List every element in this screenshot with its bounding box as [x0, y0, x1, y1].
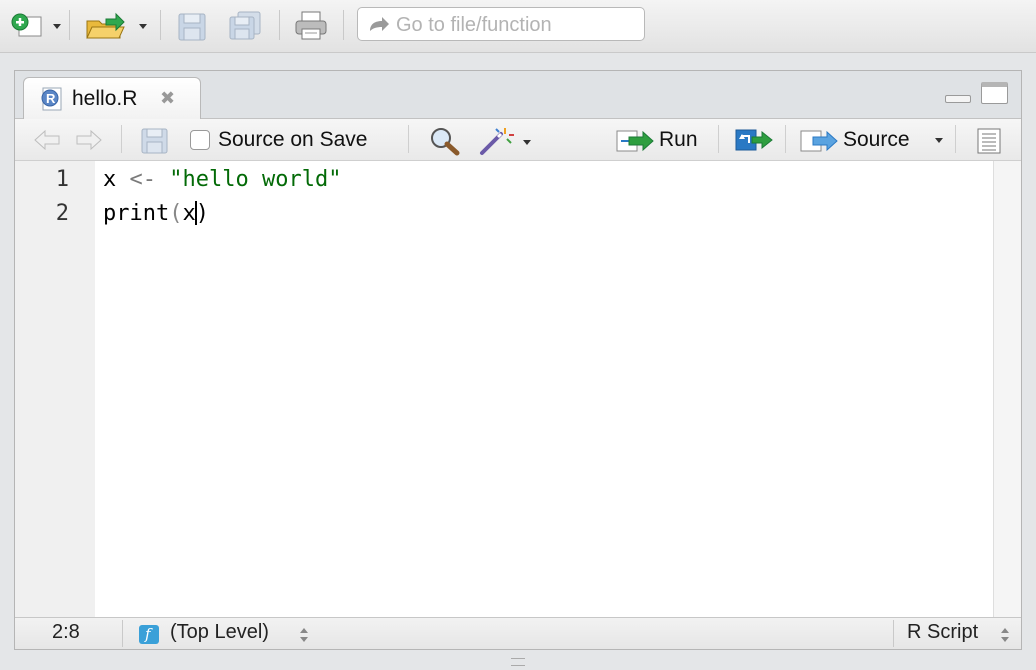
print-button[interactable] — [293, 9, 329, 43]
pane-resize-grip[interactable] — [511, 658, 525, 666]
open-file-dropdown-icon[interactable] — [139, 24, 147, 29]
new-file-icon — [11, 13, 42, 37]
toolbar-divider — [121, 125, 122, 153]
code-identifier: x — [182, 201, 196, 226]
code-tools-dropdown-icon[interactable] — [523, 140, 531, 145]
scope-selector[interactable]: (Top Level) — [170, 621, 269, 644]
forward-arrow-icon[interactable] — [75, 129, 103, 151]
find-icon[interactable] — [429, 126, 461, 156]
code-tools-wand-icon[interactable] — [479, 125, 517, 157]
toolbar-divider — [69, 10, 70, 40]
vertical-scrollbar[interactable] — [993, 161, 1021, 617]
code-identifier: x — [103, 167, 117, 192]
goto-arrow-icon — [370, 17, 389, 31]
main-toolbar — [0, 0, 1036, 53]
source-dropdown-icon[interactable] — [935, 138, 943, 143]
source-button[interactable]: Source — [799, 123, 919, 157]
line-number-gutter: 1 2 — [15, 161, 95, 617]
run-icon — [616, 130, 654, 152]
svg-text:R: R — [46, 91, 56, 106]
editor-status-bar: 2:8 f (Top Level) R Script — [15, 617, 1021, 649]
toolbar-divider — [279, 10, 280, 40]
source-editor-pane: R hello.R ✖ Source on Save Run Source 1 … — [14, 70, 1022, 650]
run-button[interactable]: Run — [615, 123, 707, 157]
save-all-button[interactable] — [226, 9, 266, 41]
code-editor[interactable]: x <- "hello world" print(x) — [103, 161, 993, 617]
goto-file-function-input[interactable] — [394, 8, 643, 42]
source-icon — [800, 130, 838, 152]
file-type-updown-icon[interactable] — [1001, 628, 1009, 642]
assignment-operator: <- — [129, 167, 157, 192]
goto-file-function-box[interactable] — [357, 7, 645, 42]
open-file-button[interactable] — [84, 9, 128, 41]
scope-badge-glyph: f — [145, 625, 151, 643]
toolbar-divider — [718, 125, 719, 153]
toolbar-divider — [955, 125, 956, 153]
editor-tab-strip: R hello.R ✖ — [15, 71, 1021, 119]
source-label: Source — [843, 128, 910, 151]
source-on-save-checkbox[interactable] — [190, 130, 210, 150]
save-all-icon — [229, 11, 261, 40]
new-file-button[interactable] — [8, 11, 48, 41]
editor-tab-hello-r[interactable]: R hello.R ✖ — [23, 77, 201, 119]
save-button[interactable] — [176, 11, 208, 41]
maximize-icon[interactable] — [981, 82, 1008, 104]
print-icon — [295, 11, 327, 40]
editor-toolbar: Source on Save Run Source — [15, 119, 1021, 161]
save-icon — [178, 13, 206, 41]
outline-icon[interactable] — [973, 126, 1005, 156]
status-divider — [893, 620, 894, 647]
toolbar-divider — [785, 125, 786, 153]
status-divider — [122, 620, 123, 647]
run-label: Run — [659, 128, 698, 151]
toolbar-divider — [343, 10, 344, 40]
cursor-position: 2:8 — [52, 621, 80, 643]
r-file-icon: R — [41, 87, 62, 111]
code-line[interactable]: x <- "hello world" — [103, 167, 341, 192]
save-icon[interactable] — [140, 127, 170, 155]
minimize-icon[interactable] — [945, 95, 971, 103]
toolbar-divider — [160, 10, 161, 40]
line-number: 1 — [55, 167, 69, 192]
tab-close-icon[interactable]: ✖ — [160, 88, 175, 109]
string-literal: "hello world" — [169, 167, 342, 192]
code-line[interactable]: print(x) — [103, 201, 209, 226]
scope-updown-icon[interactable] — [300, 628, 308, 642]
open-paren: ( — [169, 201, 183, 226]
line-number: 2 — [55, 201, 69, 226]
editor-tab-label: hello.R — [72, 87, 138, 110]
file-type-selector[interactable]: R Script — [907, 621, 978, 644]
function-scope-icon: f — [139, 625, 159, 644]
source-on-save-label: Source on Save — [218, 128, 368, 151]
function-name: print — [103, 201, 170, 226]
new-file-dropdown-icon[interactable] — [53, 24, 61, 29]
toolbar-divider — [408, 125, 409, 153]
rerun-icon[interactable] — [734, 127, 776, 155]
open-file-icon — [86, 12, 125, 39]
close-paren: ) — [195, 201, 209, 226]
back-arrow-icon[interactable] — [33, 129, 61, 151]
